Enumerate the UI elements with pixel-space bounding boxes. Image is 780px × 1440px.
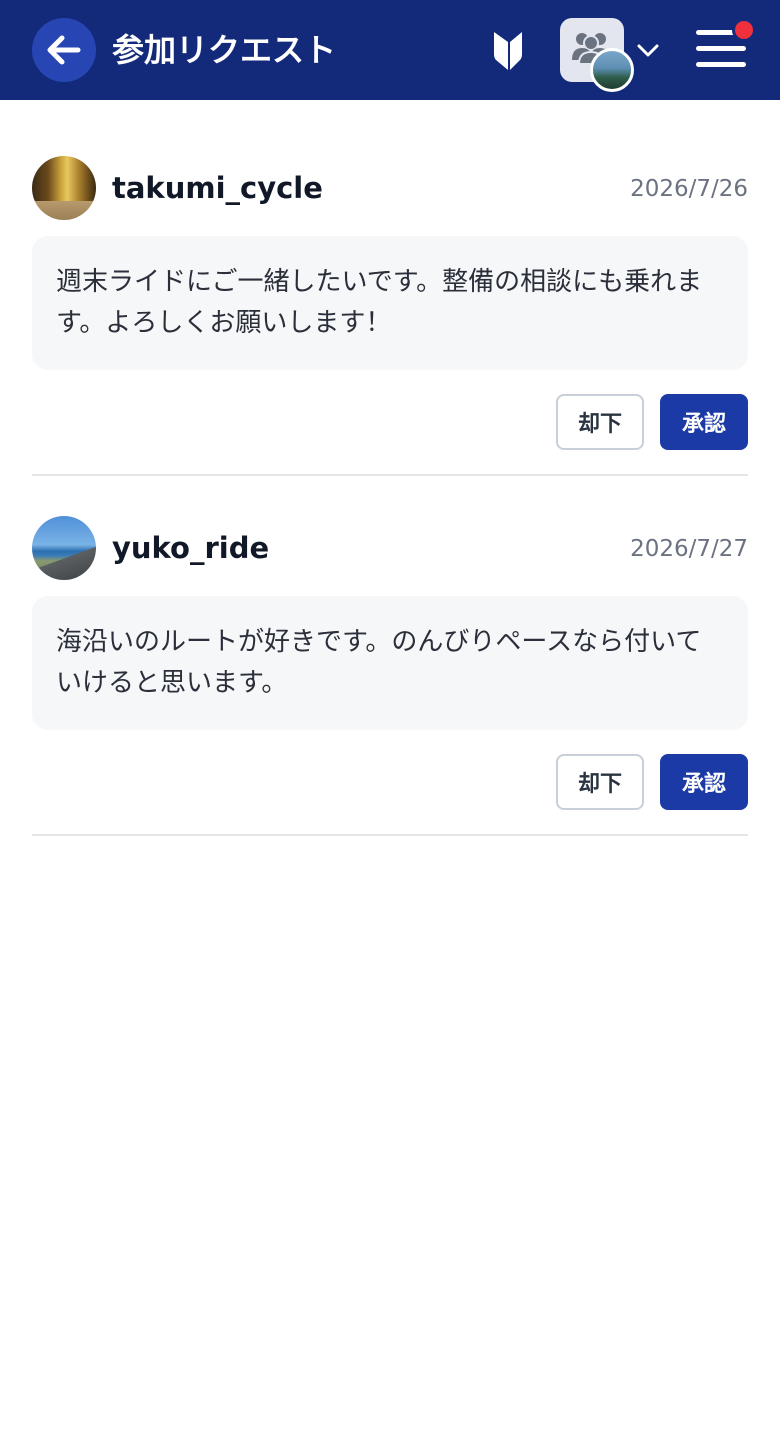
request-actions: 却下 承認	[32, 730, 748, 834]
request-message: 週末ライドにご一緒したいです。整備の相談にも乗れます。よろしくお願いします！	[32, 236, 748, 370]
app-header: 参加リクエスト	[0, 0, 780, 100]
approve-button[interactable]: 承認	[660, 394, 748, 450]
request-list: takumi_cycle 2026/7/26 週末ライドにご一緒したいです。整備…	[32, 140, 748, 836]
back-button[interactable]	[32, 18, 96, 82]
approve-button[interactable]: 承認	[660, 754, 748, 810]
notification-dot	[732, 18, 756, 42]
username[interactable]: takumi_cycle	[112, 168, 323, 208]
avatar[interactable]	[32, 156, 96, 220]
request-message: 海沿いのルートが好きです。のんびりペースなら付いていけると思います。	[32, 596, 748, 730]
avatar[interactable]	[32, 516, 96, 580]
request-date: 2026/7/26	[630, 176, 748, 202]
page-title: 参加リクエスト	[112, 31, 337, 69]
username[interactable]: yuko_ride	[112, 528, 269, 568]
request-actions: 却下 承認	[32, 370, 748, 474]
request-item: yuko_ride 2026/7/27 海沿いのルートが好きです。のんびりペース…	[32, 500, 748, 836]
request-item: takumi_cycle 2026/7/26 週末ライドにご一緒したいです。整備…	[32, 140, 748, 476]
shield-icon[interactable]	[490, 28, 526, 72]
reject-button[interactable]: 却下	[556, 754, 644, 810]
chevron-down-icon[interactable]	[636, 40, 660, 60]
reject-button[interactable]: 却下	[556, 394, 644, 450]
request-header: yuko_ride 2026/7/27	[32, 500, 748, 596]
request-date: 2026/7/27	[630, 536, 748, 562]
team-avatar[interactable]	[590, 48, 634, 92]
arrow-left-icon	[47, 35, 81, 65]
request-header: takumi_cycle 2026/7/26	[32, 140, 748, 236]
